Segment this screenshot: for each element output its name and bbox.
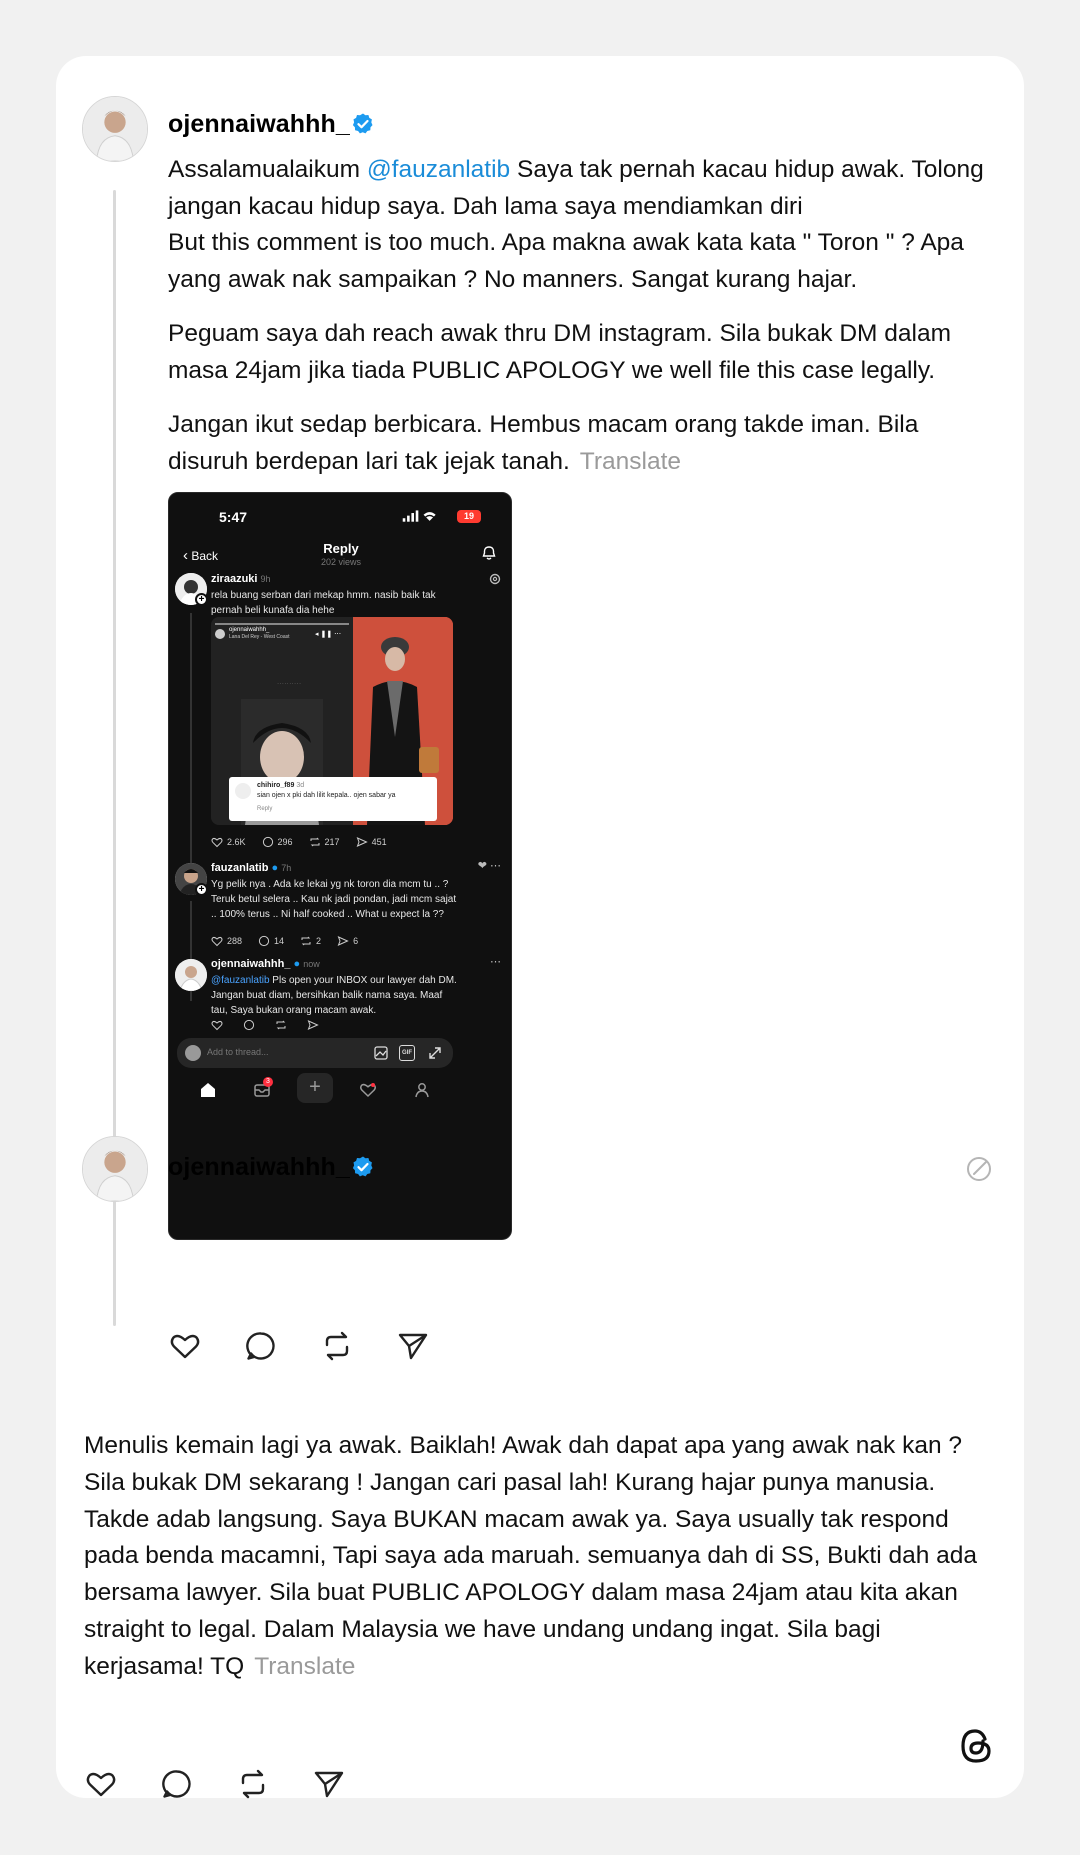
repost-icon	[325, 1331, 349, 1361]
notification-bell-icon[interactable]	[481, 545, 497, 561]
comment-button[interactable]	[160, 1764, 236, 1804]
more-icon[interactable]: ❤ ⋯	[478, 859, 501, 872]
threads-post-card: ojennaiwahhh_ Assalamualaikum @fauzanlat…	[56, 56, 1024, 1799]
share-button[interactable]	[312, 1764, 388, 1804]
comment-overlay: chihiro_f89 3d sian ojen x pki dah lilit…	[229, 777, 437, 821]
like-icon	[170, 1334, 200, 1359]
comment-media[interactable]: ojennaiwahhh_ Lana Del Rey - West Coast …	[211, 617, 453, 825]
mention-link[interactable]: @fauzanlatib	[367, 156, 510, 183]
view-count: 202 views	[320, 557, 362, 567]
like-count: 288	[211, 935, 242, 947]
profile-icon[interactable]	[413, 1081, 431, 1099]
repost-count: 217	[309, 836, 340, 848]
comment-username[interactable]: ziraazuki 9h	[211, 573, 271, 585]
repost-count: 2	[300, 935, 321, 947]
share-icon	[314, 1771, 344, 1798]
story-song: Lana Del Rey - West Coast	[229, 634, 290, 640]
repost-button[interactable]	[236, 1764, 312, 1804]
expand-icon[interactable]	[427, 1045, 443, 1061]
avatar[interactable]	[175, 959, 207, 991]
translate-link[interactable]: Translate	[580, 448, 681, 475]
attached-screenshot[interactable]: 5:47 19 ‹ Back Reply 202 views + ziraazu…	[168, 492, 512, 1240]
repost-icon	[275, 1019, 291, 1031]
bottom-nav: 3 +	[169, 1073, 511, 1135]
follow-plus-icon[interactable]: +	[195, 593, 208, 606]
comment-button[interactable]	[244, 1326, 320, 1366]
input-placeholder: Add to thread...	[207, 1047, 269, 1057]
inbox-badge: 3	[263, 1077, 273, 1087]
battery-indicator: 19	[457, 510, 481, 523]
post-actions	[84, 1764, 388, 1804]
post-text: Menulis kemain lagi ya awak. Baiklah! Aw…	[84, 1432, 978, 1680]
avatar[interactable]	[82, 1136, 148, 1202]
overlay-reply: Reply	[257, 806, 273, 812]
comment-text: rela buang serban dari mekap hmm. nasib …	[211, 590, 436, 616]
comment-username[interactable]: fauzanlatib ● 7h	[211, 862, 291, 874]
share-count: 6	[337, 935, 358, 947]
post-paragraph-1: Assalamualaikum @fauzanlatib Saya tak pe…	[168, 151, 998, 225]
comment-stats: 2.6K 296 217 451	[211, 836, 403, 848]
translate-link[interactable]: Translate	[254, 1653, 355, 1680]
like-button[interactable]	[84, 1764, 160, 1804]
post-actions	[168, 1326, 472, 1366]
overlay-text: sian ojen x pki dah lilit kepala.. ojen …	[257, 792, 396, 799]
thread-line	[190, 613, 192, 871]
post-paragraph-2: But this comment is too much. Apa makna …	[168, 229, 964, 293]
threads-logo-icon	[489, 573, 501, 585]
home-icon[interactable]	[199, 1081, 217, 1099]
share-icon	[398, 1333, 428, 1360]
story-user: ojennaiwahhh_	[229, 627, 270, 633]
comment-username[interactable]: ojennaiwahhh_ ● now	[211, 958, 320, 970]
edited-icon[interactable]	[964, 1154, 994, 1184]
like-count: 2.6K	[211, 836, 246, 848]
signal-wifi-icon	[402, 510, 436, 522]
share-button[interactable]	[396, 1326, 472, 1366]
post-paragraph-3: Peguam saya dah reach awak thru DM insta…	[168, 320, 951, 384]
verified-badge-icon	[352, 1156, 373, 1177]
share-count: 451	[356, 836, 387, 848]
post-paragraph-4: Jangan ikut sedap berbicara. Hembus maca…	[168, 406, 998, 480]
repost-icon	[241, 1769, 265, 1799]
para-text: Jangan ikut sedap berbicara. Hembus maca…	[168, 411, 919, 475]
activity-icon[interactable]	[359, 1081, 377, 1099]
more-icon[interactable]: ⋯	[490, 955, 501, 968]
repost-button[interactable]	[320, 1326, 396, 1366]
post-body: Menulis kemain lagi ya awak. Baiklah! Aw…	[84, 1428, 984, 1686]
comment-text: Yg pelik nya . Ada ke lekai yg nk toron …	[211, 879, 457, 920]
username[interactable]: ojennaiwahhh_	[168, 1153, 350, 1182]
add-to-thread-input[interactable]: Add to thread... GIF	[177, 1038, 453, 1068]
gif-button[interactable]: GIF	[399, 1045, 415, 1061]
overlay-username: chihiro_f89 3d	[257, 782, 305, 789]
para-text: Assalamualaikum	[168, 156, 367, 183]
comment-count: 14	[258, 935, 284, 947]
comment-count: 296	[262, 836, 293, 848]
like-icon	[86, 1772, 116, 1797]
like-icon	[211, 1019, 227, 1031]
threads-logo-icon	[961, 1729, 991, 1763]
comment-text: @fauzanlatib Pls open your INBOX our law…	[211, 975, 457, 1016]
like-button[interactable]	[168, 1326, 244, 1366]
status-time: 5:47	[219, 509, 248, 525]
image-icon[interactable]	[373, 1045, 389, 1061]
comment-icon	[243, 1019, 259, 1031]
create-button[interactable]: +	[297, 1073, 333, 1103]
comment-icon	[162, 1770, 191, 1798]
comment-icon	[246, 1332, 275, 1360]
avatar[interactable]	[82, 96, 148, 162]
follow-plus-icon[interactable]: +	[195, 883, 208, 896]
share-icon	[307, 1019, 323, 1031]
verified-badge-icon	[352, 113, 373, 134]
comment-actions	[211, 1019, 339, 1031]
screen-title: Reply	[323, 541, 359, 556]
username[interactable]: ojennaiwahhh_	[168, 110, 350, 139]
comment-stats: 288 14 2 6	[211, 935, 374, 947]
